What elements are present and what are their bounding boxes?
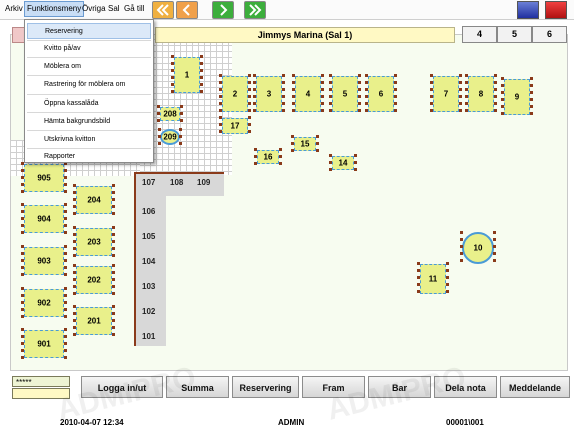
menu-rastrering[interactable]: Rastrering för möblera om [27, 77, 151, 93]
table-203[interactable]: 203 [73, 226, 115, 258]
nav-last-button[interactable] [244, 1, 266, 19]
table-14[interactable]: 14 [329, 154, 357, 172]
login-input-field[interactable] [12, 388, 70, 399]
room-108[interactable]: 108 [170, 178, 183, 187]
menu-sal[interactable]: Sal [106, 2, 122, 16]
menu-separator [27, 94, 151, 95]
table-3[interactable]: 3 [253, 74, 285, 114]
table-901[interactable]: 901 [21, 328, 67, 360]
summa-button[interactable]: Summa [166, 376, 229, 398]
table-6[interactable]: 6 [365, 74, 397, 114]
menu-rapporter[interactable]: Rapporter [27, 149, 151, 165]
left-arrow-icon [182, 4, 190, 16]
login-code-field[interactable]: ***** [12, 376, 70, 387]
dela-nota-button[interactable]: Dela nota [434, 376, 497, 398]
table-16[interactable]: 16 [254, 148, 282, 166]
close-button[interactable] [545, 1, 567, 19]
booth-column [134, 194, 166, 346]
table-201[interactable]: 201 [73, 305, 115, 337]
room-106[interactable]: 106 [142, 207, 155, 216]
room-102[interactable]: 102 [142, 307, 155, 316]
menu-separator [27, 75, 151, 76]
bar-button[interactable]: Bar [368, 376, 431, 398]
room-title: Jimmys Marina (Sal 1) [155, 27, 455, 43]
table-8[interactable]: 8 [465, 74, 497, 114]
right-arrow-icon [220, 4, 228, 16]
table-15[interactable]: 15 [291, 135, 319, 153]
room-103[interactable]: 103 [142, 282, 155, 291]
room-105[interactable]: 105 [142, 232, 155, 241]
minimize-button[interactable] [517, 1, 539, 19]
table-903[interactable]: 903 [21, 245, 67, 277]
table-10[interactable]: 10 [460, 231, 496, 265]
nav-first-button[interactable] [152, 1, 174, 19]
table-11[interactable]: 11 [417, 262, 449, 296]
status-id: 00001\001 [446, 418, 484, 427]
table-208[interactable]: 208 [157, 105, 183, 123]
nav-prev-button[interactable] [176, 1, 198, 19]
table-1[interactable]: 1 [171, 55, 203, 95]
double-left-arrow-icon [156, 4, 169, 16]
menu-utskrivna-kvitton[interactable]: Utskrivna kvitton [27, 132, 151, 148]
meddelande-button[interactable]: Meddelande [500, 376, 570, 398]
table-7[interactable]: 7 [430, 74, 462, 114]
table-2[interactable]: 2 [219, 74, 251, 114]
menu-ovriga[interactable]: Övriga [80, 2, 108, 16]
menu-oppna-kassalada[interactable]: Öppna kassalåda [27, 96, 151, 112]
double-right-arrow-icon [249, 4, 262, 16]
reservering-button[interactable]: Reservering [232, 376, 299, 398]
menu-separator [27, 57, 151, 58]
menu-funktionsmeny[interactable]: Funktionsmeny [24, 1, 85, 17]
room-101[interactable]: 101 [142, 332, 155, 341]
table-9[interactable]: 9 [501, 77, 533, 117]
table-905[interactable]: 905 [21, 162, 67, 194]
nav-next-button[interactable] [212, 1, 234, 19]
room-104[interactable]: 104 [142, 257, 155, 266]
menu-hamta-bakgrundsbild[interactable]: Hämta bakgrundsbild [27, 114, 151, 130]
menu-arkiv[interactable]: Arkiv [3, 2, 25, 16]
menu-separator [27, 130, 151, 131]
menu-ga-till[interactable]: Gå till [122, 2, 146, 16]
room-107[interactable]: 107 [142, 178, 155, 187]
menu-kvitto[interactable]: Kvitto på/av [27, 41, 151, 57]
table-209[interactable]: 209 [158, 128, 182, 146]
menu-separator [27, 112, 151, 113]
table-902[interactable]: 902 [21, 287, 67, 319]
status-datetime: 2010-04-07 12:34 [60, 418, 124, 427]
table-17[interactable]: 17 [219, 116, 251, 136]
page-4-button[interactable]: 4 [462, 26, 497, 43]
menubar: Arkiv Funktionsmeny Övriga Sal Gå till [0, 0, 574, 20]
menu-reservering[interactable]: Reservering [27, 23, 151, 39]
funktionsmeny-dropdown: Reservering Kvitto på/av Möblera om Rast… [24, 19, 154, 163]
table-904[interactable]: 904 [21, 203, 67, 235]
table-5[interactable]: 5 [329, 74, 361, 114]
table-204[interactable]: 204 [73, 184, 115, 216]
menu-moblera-om[interactable]: Möblera om [27, 59, 151, 75]
table-4[interactable]: 4 [292, 74, 324, 114]
logga-in-ut-button[interactable]: Logga in/ut [81, 376, 163, 398]
table-202[interactable]: 202 [73, 264, 115, 296]
fram-button[interactable]: Fram [302, 376, 365, 398]
room-109[interactable]: 109 [197, 178, 210, 187]
page-5-button[interactable]: 5 [497, 26, 532, 43]
page-6-button[interactable]: 6 [532, 26, 567, 43]
status-user: ADMIN [278, 418, 305, 427]
